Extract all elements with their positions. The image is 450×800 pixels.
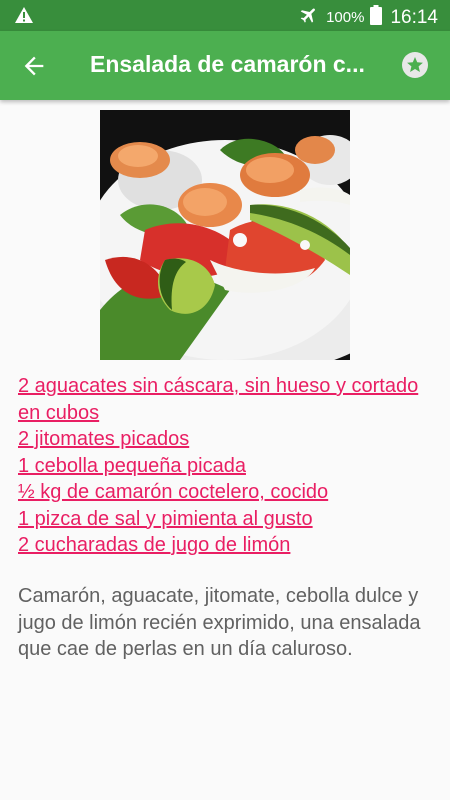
status-bar: 100% 16:14 [0, 0, 450, 31]
clock: 16:14 [390, 6, 438, 28]
ingredient-link[interactable]: 2 cucharadas de jugo de limón [18, 532, 438, 559]
recipe-description: Camarón, aguacate, jitomate, cebolla dul… [18, 585, 421, 660]
back-button[interactable] [18, 52, 50, 80]
back-arrow-icon [24, 56, 44, 76]
ingredient-link[interactable]: 1 pizca de sal y pimienta al gusto [18, 506, 438, 533]
airplane-mode-icon [298, 5, 320, 30]
favorite-button[interactable] [402, 52, 428, 78]
ingredient-list: 2 aguacates sin cáscara, sin hueso y cor… [18, 373, 438, 559]
battery-icon [370, 5, 383, 30]
ingredient-link[interactable]: 1 cebolla pequeña picada [18, 453, 438, 480]
ingredient-link[interactable]: 2 jitomates picados [18, 426, 438, 453]
ingredient-link[interactable]: ½ kg de camarón coctelero, cocido [18, 479, 438, 506]
warning-icon [14, 6, 34, 29]
battery-percent: 100% [326, 9, 365, 26]
ingredient-link[interactable]: 2 aguacates sin cáscara, sin hueso y cor… [18, 373, 438, 426]
page-title: Ensalada de camarón c... [90, 51, 365, 77]
star-icon [407, 57, 423, 72]
app-bar: Ensalada de camarón c... [0, 31, 450, 100]
recipe-image [100, 110, 350, 360]
